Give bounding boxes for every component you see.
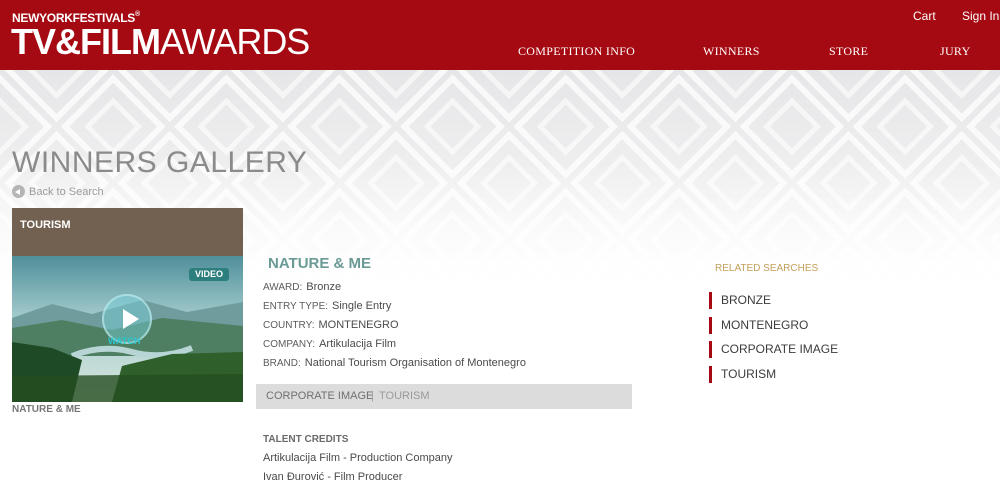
card-category-header: TOURISM	[12, 208, 243, 256]
category-corporate-image[interactable]: CORPORATE IMAGE	[266, 390, 373, 402]
related-searches-heading: RELATED SEARCHES	[715, 263, 819, 274]
brand-field: BRAND: National Tourism Organisation of M…	[263, 357, 526, 369]
video-badge: VIDEO	[189, 268, 229, 281]
talent-credit-item: Ivan Đurović - Film Producer	[263, 471, 403, 483]
award-label: AWARD:	[263, 282, 303, 293]
company-field: COMPANY: Artikulacija Film	[263, 338, 396, 350]
back-to-search-link[interactable]: Back to Search	[12, 185, 104, 198]
page-title: WINNERS GALLERY	[12, 146, 308, 179]
talent-credit-item: Artikulacija Film - Production Company	[263, 452, 453, 464]
award-value: Bronze	[306, 281, 342, 293]
entry-title: NATURE & ME	[268, 255, 372, 272]
watch-label[interactable]: WATCH	[108, 336, 140, 346]
cart-link[interactable]: Cart	[913, 9, 936, 23]
card-category-label: TOURISM	[20, 219, 71, 231]
logo-main-bold: TV&FILM	[11, 21, 161, 62]
entry-type-value: Single Entry	[332, 300, 392, 312]
talent-credits-heading: TALENT CREDITS	[263, 434, 349, 445]
entry-type-label: ENTRY TYPE:	[263, 301, 329, 312]
nav-competition-info[interactable]: COMPETITION INFO	[518, 44, 635, 59]
category-tourism[interactable]: TOURISM	[379, 390, 430, 402]
related-item-bronze[interactable]: BRONZE	[709, 292, 909, 309]
related-item-montenegro[interactable]: MONTENEGRO	[709, 317, 909, 334]
award-field: AWARD: Bronze	[263, 281, 341, 293]
nav-jury[interactable]: JURY	[940, 44, 971, 59]
company-value: Artikulacija Film	[319, 338, 397, 350]
country-label: COUNTRY:	[263, 320, 315, 331]
back-to-search-label: Back to Search	[29, 185, 104, 198]
entry-type-field: ENTRY TYPE: Single Entry	[263, 300, 391, 312]
back-arrow-icon	[12, 185, 25, 198]
brand-value: National Tourism Organisation of Montene…	[304, 357, 526, 369]
company-label: COMPANY:	[263, 339, 316, 350]
related-item-tourism[interactable]: TOURISM	[709, 366, 909, 383]
country-field: COUNTRY: MONTENEGRO	[263, 319, 399, 331]
logo-main-light: AWARDS	[159, 21, 310, 62]
sign-in-link[interactable]: Sign In	[962, 9, 999, 23]
site-logo[interactable]: TV&FILMAWARDS	[11, 21, 310, 62]
related-item-corporate-image[interactable]: CORPORATE IMAGE	[709, 341, 909, 358]
country-value: MONTENEGRO	[318, 319, 399, 331]
nav-winners[interactable]: WINNERS	[703, 44, 760, 59]
nav-store[interactable]: STORE	[829, 44, 868, 59]
logo-reg-mark: ®	[134, 11, 140, 18]
category-bar: CORPORATE IMAGE | TOURISM	[256, 384, 632, 409]
category-separator: |	[371, 390, 374, 402]
brand-label: BRAND:	[263, 358, 301, 369]
thumbnail-caption: NATURE & ME	[12, 404, 81, 415]
site-header: NEWYORKFESTIVALS® TV&FILMAWARDS Cart Sig…	[0, 0, 1000, 70]
